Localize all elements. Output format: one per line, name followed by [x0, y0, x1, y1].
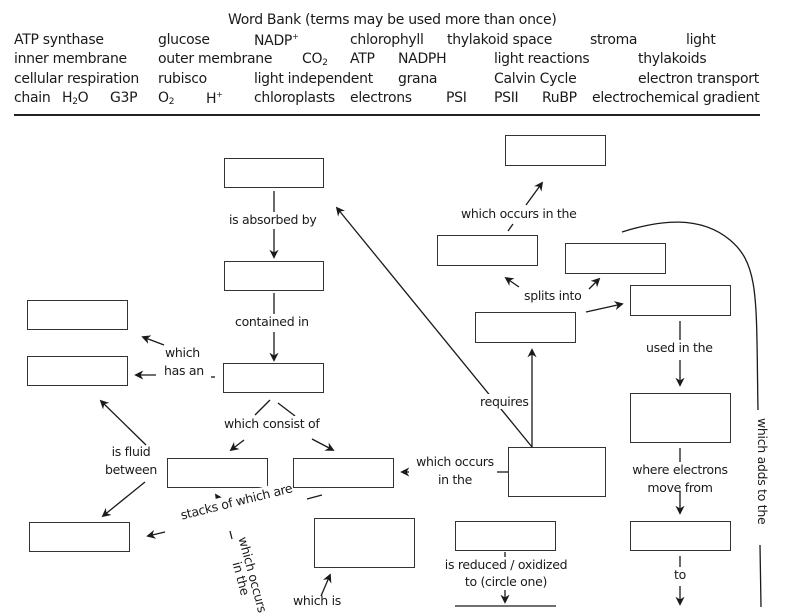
split-middle-box[interactable] [565, 243, 666, 274]
water-box[interactable] [475, 312, 576, 343]
label-which-occurs-right: which occurs [416, 454, 494, 469]
label-which: which [165, 345, 200, 360]
part-left-box[interactable] [167, 458, 268, 488]
connector-consist-left [254, 399, 271, 416]
label-to-circle-one: to (circle one) [464, 574, 548, 589]
label-has-an: has an [164, 363, 204, 378]
connector-split-right [585, 301, 624, 313]
connector-which-arrow [141, 335, 165, 346]
used-in-box[interactable] [630, 393, 731, 443]
label-requires: requires [480, 394, 529, 409]
label-is-absorbed-by: is absorbed by [229, 212, 317, 227]
connector-occurs-top-arrow [525, 181, 544, 206]
thylakoid-space-box[interactable] [314, 518, 415, 568]
connector-stacks-left [146, 529, 166, 539]
connector-consist-left-arrow [229, 439, 245, 452]
split-right-box[interactable] [630, 285, 731, 316]
move-from-box[interactable] [630, 521, 731, 551]
part-right-box[interactable] [293, 458, 394, 488]
label-between: between [105, 462, 157, 477]
reduced-box[interactable] [455, 521, 556, 551]
absorber-box[interactable] [224, 261, 324, 291]
label-where-electrons: where electrons [627, 462, 733, 477]
label-is-fluid: is fluid [111, 444, 151, 459]
connector-adds-bottom [759, 544, 762, 607]
connector-fluid-down [101, 481, 146, 518]
connector-split-left [504, 276, 520, 288]
light-box[interactable] [224, 158, 324, 188]
connector-split-middle [588, 277, 601, 290]
label-in-the-right: in the [437, 472, 473, 487]
membrane-top-box[interactable] [27, 300, 128, 330]
label-splits-into: splits into [524, 288, 582, 303]
label-which-adds-to-the: which adds to the [755, 418, 770, 525]
container-box[interactable] [223, 363, 324, 393]
label-to: to [674, 567, 686, 582]
label-which-consist-of: which consist of [224, 416, 320, 431]
label-used-in-the: used in the [646, 340, 713, 355]
connector-stacks-tick [306, 494, 323, 500]
label-which-occurs-in-the: which occurs in the [461, 206, 577, 221]
split-left-box[interactable] [437, 235, 538, 266]
light-reactions-box[interactable] [508, 447, 606, 497]
top-right-box[interactable] [505, 135, 606, 166]
label-contained-in: contained in [235, 314, 309, 329]
connector-occurs-top-tick [507, 223, 514, 232]
label-is-reduced-oxidized: is reduced / oxidized [436, 557, 576, 572]
label-which-is: which is [293, 593, 341, 608]
label-move-from: move from [647, 480, 713, 495]
membrane-bottom-box[interactable] [27, 356, 128, 386]
connector-consist-right-arrow [311, 438, 335, 451]
connector-consist-right [277, 402, 296, 417]
connector-occurs-tick [229, 530, 233, 540]
fluid-box[interactable] [29, 522, 130, 552]
connector-fluid-up [99, 399, 147, 446]
